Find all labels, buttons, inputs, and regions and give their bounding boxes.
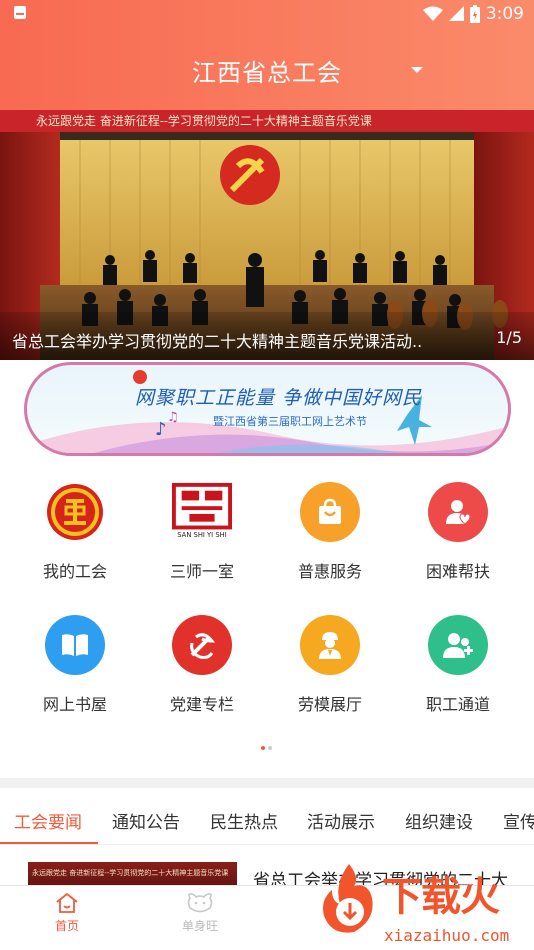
tab-organization[interactable]: 组织建设: [405, 808, 473, 833]
service-worker-channel[interactable]: 职工通道: [398, 615, 518, 715]
service-my-union[interactable]: 我的工会: [15, 482, 135, 582]
section-divider: [0, 778, 534, 788]
tab-union-news[interactable]: 工会要闻: [14, 808, 82, 833]
tab-livelihood[interactable]: 民生热点: [210, 808, 278, 833]
clock: 3:09: [485, 3, 524, 24]
nav-home-label: 首页: [54, 919, 79, 933]
service-sanshi-yishi[interactable]: SAN SHI YI SHI 三师一室: [142, 482, 262, 582]
single-icon: [187, 893, 213, 913]
watermark-logo: 下载火 xiazaihuo.com: [312, 856, 534, 950]
page-dot[interactable]: [268, 746, 272, 750]
notification-icon: [14, 6, 26, 19]
sanshi-yishi-logo-icon: SAN SHI YI SHI: [172, 482, 232, 542]
battery-icon: [469, 4, 480, 23]
promo-decoration: ♪ ♫: [27, 370, 508, 453]
service-label: 普惠服务: [297, 562, 362, 581]
page-title[interactable]: 江西省总工会: [0, 53, 534, 88]
svg-text:♫: ♫: [167, 410, 179, 425]
promo-headline: 网聚职工正能量 争做中国好网民: [135, 387, 423, 409]
signal-icon: [448, 5, 464, 21]
tab-publicity[interactable]: 宣传: [503, 808, 534, 833]
svg-text:SAN SHI YI SHI: SAN SHI YI SHI: [177, 531, 226, 539]
banner-caption: 省总工会举办学习贯彻党的二十大精神主题音乐党课活动..: [12, 332, 423, 351]
shopping-bag-icon: [300, 482, 360, 542]
service-bookroom[interactable]: 网上书屋: [15, 615, 135, 715]
worker-channel-icon: [428, 615, 488, 675]
service-label: 我的工会: [42, 562, 107, 581]
grid-page-indicator: [261, 746, 272, 750]
home-icon: [56, 892, 78, 913]
banner-caption-bar: 省总工会举办学习贯彻党的二十大精神主题音乐党课活动.. 1/5: [0, 312, 534, 360]
service-label: 职工通道: [425, 695, 490, 714]
wifi-icon: [422, 6, 443, 21]
book-icon: [45, 615, 105, 675]
service-label: 网上书屋: [42, 695, 107, 714]
status-bar: 3:09: [0, 0, 534, 27]
banner-carousel[interactable]: 永远跟党走 奋进新征程--学习贯彻党的二十大精神主题音乐党课 省总工会举办学习贯…: [0, 110, 534, 360]
banner-counter: 1/5: [496, 328, 522, 347]
service-label: 党建专栏: [169, 695, 234, 714]
service-label: 三师一室: [169, 562, 234, 581]
service-puhui[interactable]: 普惠服务: [270, 482, 390, 582]
tab-notices[interactable]: 通知公告: [112, 808, 180, 833]
news-tabs: 工会要闻 通知公告 民生热点 活动展示 组织建设 宣传: [0, 797, 534, 845]
nav-single[interactable]: 单身旺: [160, 892, 240, 934]
banner-slogan: 永远跟党走 奋进新征程--学习贯彻党的二十大精神主题音乐党课: [36, 113, 372, 128]
flame-icon: [323, 864, 373, 933]
page-dot-active: [261, 746, 265, 750]
svg-text:♪: ♪: [155, 419, 167, 440]
party-emblem-icon: [172, 615, 232, 675]
title-bar: 江西省总工会: [0, 27, 534, 110]
service-model-worker[interactable]: 劳模展厅: [270, 615, 390, 715]
chevron-down-icon[interactable]: [411, 67, 423, 73]
active-tab-indicator: [0, 842, 98, 844]
service-party[interactable]: 党建专栏: [142, 615, 262, 715]
helping-hand-icon: [428, 482, 488, 542]
tab-activities[interactable]: 活动展示: [307, 808, 375, 833]
service-help[interactable]: 困难帮扶: [398, 482, 518, 582]
watermark-brand: 下载火: [382, 874, 500, 920]
news-thumbnail-text: 永远跟党走 奋进新征程--学习贯彻党的二十大精神主题音乐党课: [32, 869, 229, 877]
promo-banner[interactable]: ♪ ♫ 网聚职工正能量 争做中国好网民 暨江西省第三届职工网上艺术节: [24, 362, 511, 456]
nav-single-label: 单身旺: [181, 919, 218, 933]
service-label: 困难帮扶: [425, 562, 490, 581]
model-worker-icon: [300, 615, 360, 675]
union-emblem-icon: [45, 482, 105, 542]
promo-subline: 暨江西省第三届职工网上艺术节: [213, 415, 367, 428]
watermark-url: xiazaihuo.com: [384, 926, 510, 945]
nav-home[interactable]: 首页: [27, 892, 107, 934]
service-label: 劳模展厅: [297, 695, 362, 714]
